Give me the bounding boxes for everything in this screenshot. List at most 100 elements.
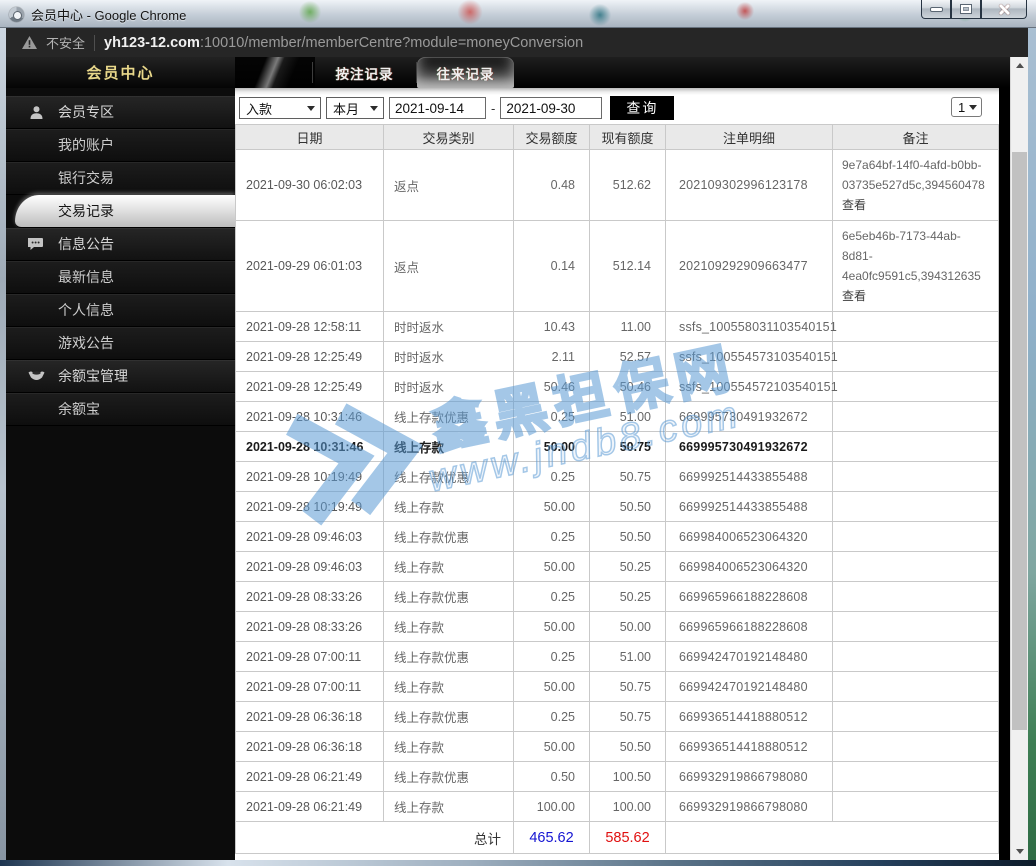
sidebar-item-latest-news[interactable]: 最新信息 (6, 261, 235, 294)
table-footer-row: 总计 465.62 585.62 (235, 821, 999, 854)
cell-type: 线上存款优惠 (383, 461, 514, 492)
cell-type: 线上存款优惠 (383, 401, 514, 432)
sidebar-section-member-zone[interactable]: 会员专区 (6, 96, 235, 129)
total-balance: 585.62 (589, 821, 666, 854)
cell-remark (832, 761, 999, 792)
cell-balance: 50.50 (589, 731, 666, 762)
page-select[interactable]: 1 (951, 97, 982, 117)
date-from-input[interactable] (389, 97, 486, 119)
cell-remark (832, 431, 999, 462)
security-label: 不安全 (46, 36, 86, 51)
table-row: 2021-09-28 12:25:49 时时返水 50.46 50.46 ssf… (235, 371, 999, 402)
cell-amount: 0.48 (513, 149, 590, 221)
transactions-table: 日期 交易类别 交易额度 现有额度 注单明细 备注 2021-09-30 06: (235, 124, 999, 854)
cell-remark (832, 371, 999, 402)
cell-balance: 50.25 (589, 551, 666, 582)
cell-date: 2021-09-29 06:01:03 (235, 220, 384, 312)
cell-order-detail: 669942470192148480 (665, 671, 833, 702)
cell-amount: 50.00 (513, 671, 590, 702)
sidebar-section-yuebao-management[interactable]: 余额宝管理 (6, 360, 235, 393)
cell-type: 返点 (383, 149, 514, 221)
url-text[interactable]: yh123-12.com:10010/member/memberCentre?m… (104, 35, 583, 51)
table-row: 2021-09-28 10:31:46 线上存款优惠 0.25 51.00 66… (235, 401, 999, 432)
cell-order-detail: 669995730491932672 (665, 401, 833, 432)
date-range-dash: - (491, 100, 496, 116)
cell-remark (832, 491, 999, 522)
window-border-bottom (0, 860, 1036, 866)
sidebar-item-yuebao[interactable]: 余额宝 (6, 393, 235, 426)
search-button[interactable]: 查询 (610, 96, 675, 120)
view-link[interactable]: 查看 (842, 195, 989, 215)
table-row: 2021-09-28 07:00:11 线上存款优惠 0.25 51.00 66… (235, 641, 999, 672)
cell-type: 线上存款优惠 (383, 761, 514, 792)
tab-bar: 按注记录 往来记录 (235, 57, 1010, 88)
cell-amount: 100.00 (513, 791, 590, 822)
cell-amount: 50.46 (513, 371, 590, 402)
table-row: 2021-09-28 12:58:11 时时返水 10.43 11.00 ssf… (235, 311, 999, 342)
cell-date: 2021-09-28 12:25:49 (235, 371, 384, 402)
cell-type: 时时返水 (383, 311, 514, 342)
cell-type: 线上存款 (383, 731, 514, 762)
cell-remark (832, 731, 999, 762)
scroll-up-button[interactable] (1011, 57, 1029, 74)
url-host: yh123-12.com (104, 34, 200, 51)
cell-type: 时时返水 (383, 341, 514, 372)
cell-remark (832, 581, 999, 612)
main-panel: 入款 本月 - 查询 1 (235, 88, 999, 860)
cell-date: 2021-09-28 10:19:49 (235, 461, 384, 492)
transaction-type-select[interactable]: 入款 (239, 97, 321, 119)
cell-amount: 50.00 (513, 431, 590, 462)
cell-date: 2021-09-28 10:31:46 (235, 431, 384, 462)
filter-bar: 入款 本月 - 查询 1 (239, 96, 995, 120)
cell-remark (832, 311, 999, 342)
close-button[interactable] (981, 0, 1027, 19)
cell-order-detail: 669965966188228608 (665, 611, 833, 642)
cell-balance: 512.14 (589, 220, 666, 312)
maximize-button[interactable] (951, 0, 981, 19)
tab-betting-records[interactable]: 按注记录 (313, 57, 416, 88)
ingot-icon (27, 370, 45, 382)
minimize-button[interactable] (921, 0, 951, 19)
title-bar[interactable]: 会员中心 - Google Chrome (0, 0, 1036, 28)
sidebar-item-personal-info[interactable]: 个人信息 (6, 294, 235, 327)
table-row: 2021-09-28 12:25:49 时时返水 2.11 52.57 ssfs… (235, 341, 999, 372)
cell-balance: 51.00 (589, 401, 666, 432)
chrome-icon (9, 6, 24, 22)
cell-order-detail: 669932919866798080 (665, 761, 833, 792)
cell-order-detail: 669936514418880512 (665, 701, 833, 732)
date-to-input[interactable] (500, 97, 603, 119)
scroll-down-button[interactable] (1011, 843, 1029, 860)
table-row: 2021-09-28 09:46:03 线上存款 50.00 50.25 669… (235, 551, 999, 582)
maximize-icon (961, 5, 971, 13)
period-select[interactable]: 本月 (326, 97, 384, 119)
cell-order-detail: 669942470192148480 (665, 641, 833, 672)
cell-date: 2021-09-28 06:36:18 (235, 701, 384, 732)
scrollbar-thumb[interactable] (1012, 152, 1027, 730)
footer-empty-cell (665, 821, 999, 854)
cell-type: 线上存款 (383, 791, 514, 822)
address-bar[interactable]: 不安全 yh123-12.com:10010/member/memberCent… (5, 28, 1031, 57)
sidebar-section-announcements[interactable]: 信息公告 (6, 228, 235, 261)
cell-date: 2021-09-28 08:33:26 (235, 581, 384, 612)
col-header-amount: 交易额度 (513, 124, 590, 150)
sidebar-item-game-announcements[interactable]: 游戏公告 (6, 327, 235, 360)
cell-amount: 0.25 (513, 641, 590, 672)
table-row: 2021-09-28 06:21:49 线上存款优惠 0.50 100.50 6… (235, 761, 999, 792)
cell-remark (832, 521, 999, 552)
cell-amount: 50.00 (513, 491, 590, 522)
sidebar-menu: 会员专区 我的账户 银行交易 交易记录 信息公告 最新信息 个人信息 游戏公告 … (6, 96, 235, 426)
view-link[interactable]: 查看 (842, 286, 989, 306)
table-row: 2021-09-28 08:33:26 线上存款 50.00 50.00 669… (235, 611, 999, 642)
col-header-type: 交易类别 (383, 124, 514, 150)
cell-date: 2021-09-28 06:36:18 (235, 731, 384, 762)
table-row: 2021-09-28 06:21:49 线上存款 100.00 100.00 6… (235, 791, 999, 822)
cell-type: 线上存款优惠 (383, 641, 514, 672)
scrollbar[interactable] (1010, 57, 1028, 860)
sidebar-item-transaction-records[interactable]: 交易记录 (15, 195, 235, 228)
col-header-order-detail: 注单明细 (665, 124, 833, 150)
cell-remark (832, 611, 999, 642)
sidebar-item-bank-transactions[interactable]: 银行交易 (6, 162, 235, 195)
tab-transaction-records[interactable]: 往来记录 (417, 57, 514, 88)
cell-remark (832, 791, 999, 822)
sidebar-item-my-account[interactable]: 我的账户 (6, 129, 235, 162)
